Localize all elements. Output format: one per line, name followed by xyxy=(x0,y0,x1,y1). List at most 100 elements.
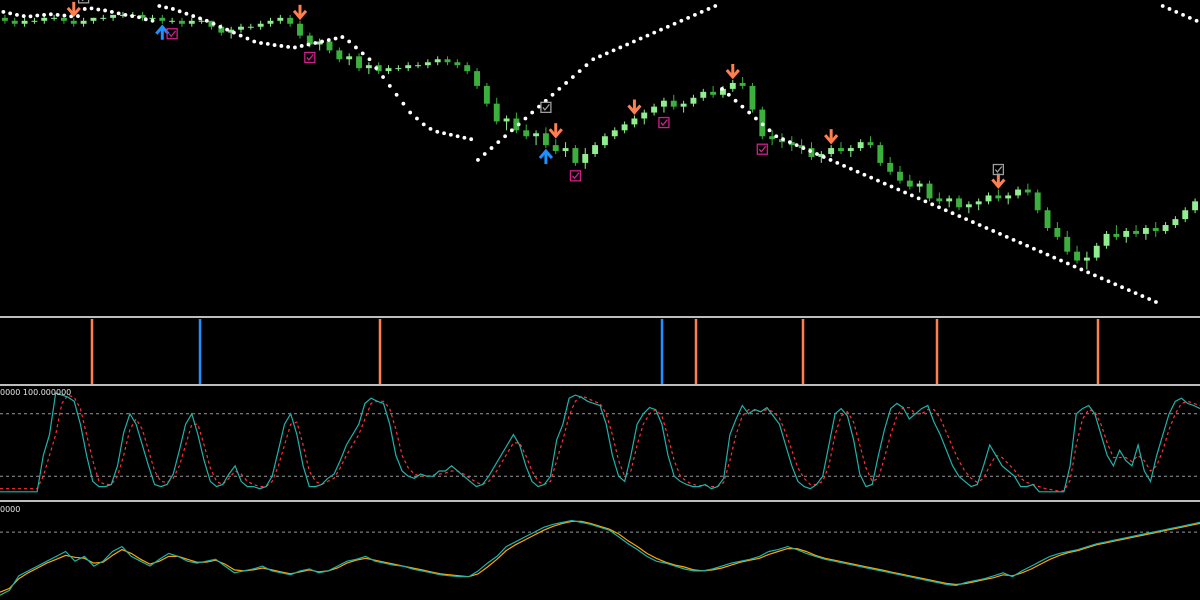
arrow-down-icon xyxy=(824,129,839,145)
candle-body xyxy=(1015,189,1021,196)
sar-dot xyxy=(896,187,901,192)
sar-dot xyxy=(198,16,202,21)
checkbox-icon xyxy=(569,170,582,182)
sar-dot xyxy=(625,42,630,47)
checkbox-tick xyxy=(306,54,314,61)
candle-body xyxy=(90,17,97,21)
stochastic-chart xyxy=(0,392,1200,493)
candle xyxy=(395,65,402,72)
sar-dot xyxy=(82,7,87,11)
sar-dot xyxy=(238,33,243,38)
candle xyxy=(1133,225,1140,237)
sar-dot xyxy=(509,128,514,133)
candle-body xyxy=(641,112,648,119)
sar-dot xyxy=(367,57,372,62)
sar-dot xyxy=(184,11,189,16)
sar-dot xyxy=(1018,240,1023,245)
candle xyxy=(287,14,294,27)
panel-separator[interactable] xyxy=(0,384,1200,386)
candle-body xyxy=(1152,228,1159,231)
candle-body xyxy=(877,145,884,163)
sar-dot xyxy=(96,7,101,12)
sar-dot xyxy=(835,160,840,165)
sar-dot xyxy=(1106,279,1111,284)
sar-dot xyxy=(1079,267,1084,272)
candle-body xyxy=(1113,233,1120,237)
candle xyxy=(828,145,835,157)
sar-dot xyxy=(1120,285,1124,290)
sar-dot xyxy=(1093,273,1097,278)
candle xyxy=(670,94,677,110)
sar-dot xyxy=(672,21,677,26)
candle-body xyxy=(336,50,343,60)
candle xyxy=(985,192,992,205)
checkbox-icon xyxy=(77,0,90,4)
sar-dot xyxy=(747,110,752,115)
candle-body xyxy=(385,68,392,72)
panel-separator[interactable] xyxy=(0,316,1200,318)
candle xyxy=(346,53,353,66)
candle xyxy=(483,82,490,107)
candle-body xyxy=(1103,233,1110,246)
candle-body xyxy=(601,136,608,146)
sar-dot xyxy=(245,36,250,41)
sar-dot xyxy=(1113,282,1118,287)
candle xyxy=(936,192,943,205)
candle xyxy=(444,56,451,66)
price-chart-panel[interactable] xyxy=(0,0,1200,316)
candle xyxy=(1044,207,1051,231)
candle-body xyxy=(897,171,903,181)
candle-body xyxy=(710,91,717,95)
checkbox-icon xyxy=(540,101,552,114)
sar-dot xyxy=(631,39,636,44)
checkbox-icon xyxy=(658,116,670,129)
panel-separator[interactable] xyxy=(0,500,1200,502)
sar-dot xyxy=(1038,249,1043,254)
candle-body xyxy=(828,148,835,154)
candle-body xyxy=(31,20,38,22)
candle xyxy=(1123,228,1130,243)
candle xyxy=(680,100,687,113)
sar-dot xyxy=(333,36,338,41)
candle-body xyxy=(454,62,461,66)
price-chart[interactable] xyxy=(0,0,1200,316)
candle xyxy=(1064,230,1071,255)
sar-dot xyxy=(781,137,785,142)
candle-body xyxy=(238,26,244,30)
sar-dot xyxy=(8,11,13,16)
candle-body xyxy=(80,20,87,24)
sar-dot xyxy=(421,122,426,127)
sar-dot xyxy=(299,44,304,48)
candle-body xyxy=(346,56,353,60)
candle-body xyxy=(1,17,8,21)
candle xyxy=(562,142,569,157)
candle xyxy=(1093,242,1100,261)
candle-body xyxy=(621,124,628,131)
sar-dot xyxy=(204,18,209,23)
sar-dot xyxy=(469,137,474,142)
sar-dot xyxy=(889,184,894,189)
sar-dot xyxy=(611,48,616,53)
sar-dot xyxy=(909,193,914,198)
sar-dot xyxy=(15,12,19,17)
sar-dot xyxy=(279,44,284,48)
candle-body xyxy=(464,65,471,72)
sar-dot xyxy=(137,15,141,20)
sar-dot xyxy=(401,101,406,106)
oscillator-indicator-panel[interactable]: 0000 xyxy=(0,503,1200,600)
candle xyxy=(80,17,87,27)
sar-dot xyxy=(693,12,697,17)
candle-body xyxy=(11,20,18,24)
sar-dot xyxy=(354,45,358,50)
sar-dot xyxy=(272,43,277,47)
signal-indicator-panel[interactable] xyxy=(0,319,1200,384)
checkbox-frame xyxy=(540,101,552,114)
sar-dot xyxy=(1072,264,1077,269)
arrow-up-icon xyxy=(538,148,554,165)
candle-body xyxy=(847,148,854,152)
sar-dot xyxy=(848,166,853,171)
sar-dot xyxy=(1065,261,1070,266)
stochastic-indicator-panel[interactable]: 0000 100.000000 xyxy=(0,387,1200,500)
sar-dot xyxy=(713,4,718,8)
sar-dot xyxy=(916,196,921,201)
